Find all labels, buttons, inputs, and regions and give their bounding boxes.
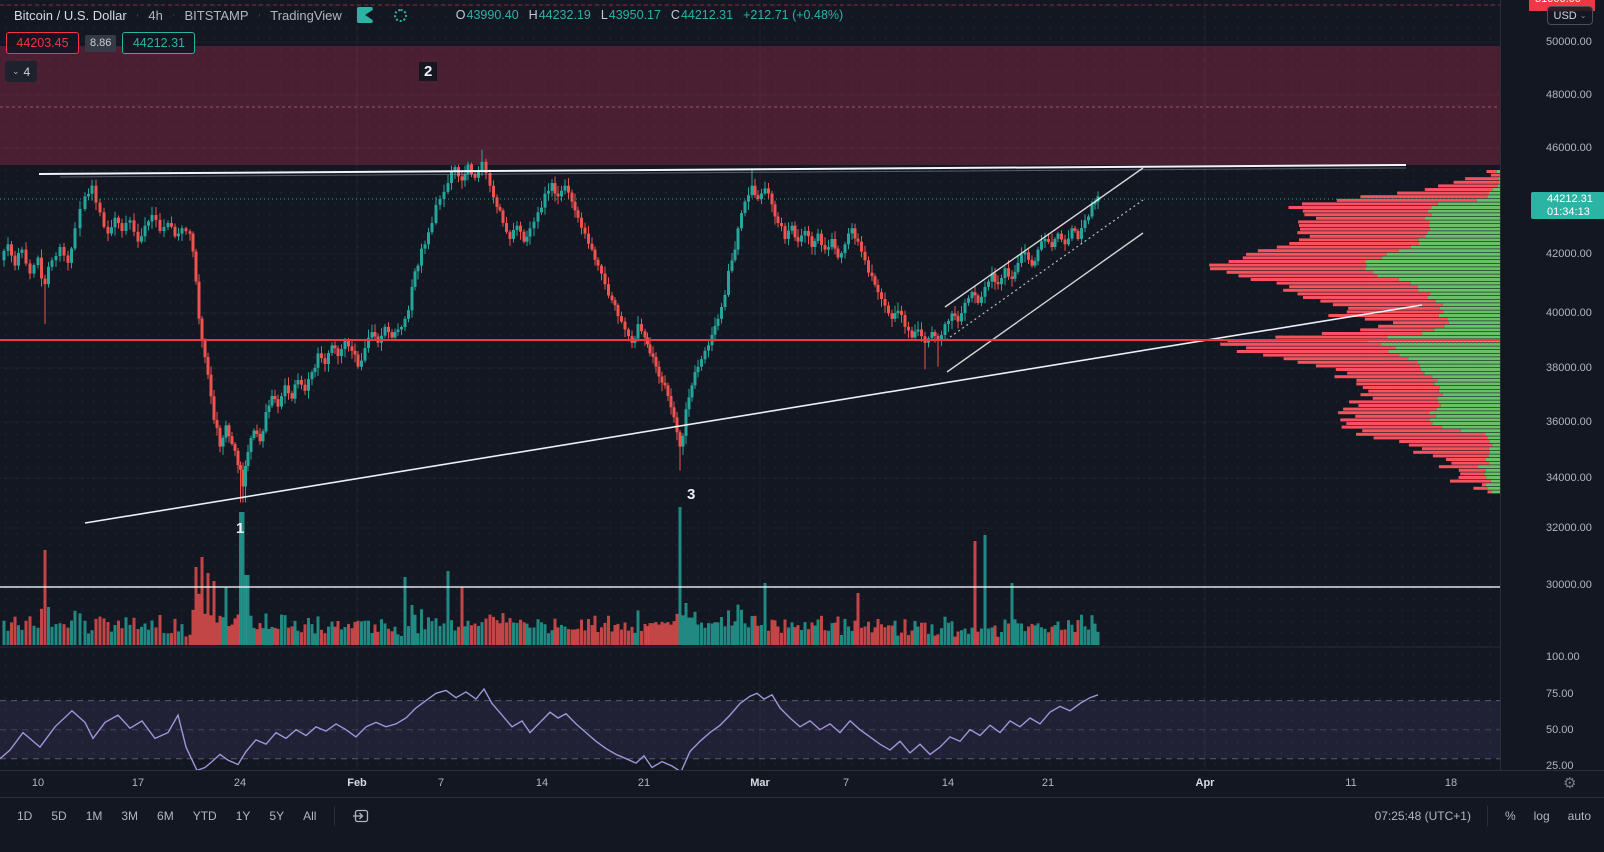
- separator-dot: ·: [136, 9, 140, 21]
- toolbar-separator: [334, 806, 335, 826]
- low-value: 43950.17: [609, 8, 661, 22]
- price-tick-label: 46000.00: [1546, 142, 1592, 154]
- chevron-down-icon: ⌄: [1580, 11, 1587, 20]
- indicator-count: 4: [24, 65, 31, 79]
- chart-legend-header: Bitcoin / U.S. Dollar · 4h · BITSTAMP · …: [14, 5, 843, 25]
- symbol-title[interactable]: Bitcoin / U.S. Dollar: [14, 8, 127, 23]
- percent-scale-button[interactable]: %: [1504, 807, 1517, 825]
- time-tick-label: 14: [942, 777, 954, 789]
- open-value: 43990.40: [467, 8, 519, 22]
- separator-dot: ·: [172, 9, 176, 21]
- range-button-3m[interactable]: 3M: [120, 807, 139, 825]
- sell-button[interactable]: 44203.45: [6, 32, 79, 54]
- gear-icon[interactable]: ⚙: [1563, 774, 1576, 792]
- time-tick-label: 21: [638, 777, 650, 789]
- range-button-1d[interactable]: 1D: [16, 807, 33, 825]
- time-tick-label: Mar: [750, 777, 770, 789]
- price-axis[interactable]: 51000.00 USD ⌄ 44212.31 01:34:13 50000.0…: [1500, 0, 1604, 770]
- wave-count-label-3[interactable]: 3: [682, 485, 700, 504]
- ohlc-readout: O43990.40 H44232.19 L43950.17 C44212.31 …: [456, 8, 843, 22]
- range-button-5d[interactable]: 5D: [50, 807, 67, 825]
- close-value: 44212.31: [681, 8, 733, 22]
- buy-button[interactable]: 44212.31: [122, 32, 195, 54]
- interval-label[interactable]: 4h: [148, 8, 162, 23]
- exchange-label: BITSTAMP: [185, 8, 249, 23]
- range-button-all[interactable]: All: [302, 807, 317, 825]
- bottom-toolbar: 1D 5D 1M 3M 6M YTD 1Y 5Y All 07:25:48 (UTC+1) % …: [0, 797, 1604, 852]
- price-tick-label: 50.00: [1546, 724, 1574, 736]
- auto-scale-button[interactable]: auto: [1567, 807, 1592, 825]
- countdown-timer: 01:34:13: [1547, 206, 1604, 219]
- price-tick-label: 34000.00: [1546, 472, 1592, 484]
- clock-label[interactable]: 07:25:48 (UTC+1): [1375, 809, 1471, 823]
- price-tick-label: 50000.00: [1546, 36, 1592, 48]
- time-tick-label: 18: [1445, 777, 1457, 789]
- range-button-1y[interactable]: 1Y: [235, 807, 252, 825]
- go-to-date-icon[interactable]: [352, 806, 372, 826]
- price-tick-label: 75.00: [1546, 688, 1574, 700]
- wave-count-label-1[interactable]: 1: [236, 520, 244, 537]
- spread-value: 8.86: [85, 35, 116, 52]
- price-tick-label: 38000.00: [1546, 362, 1592, 374]
- currency-toggle-button[interactable]: USD ⌄: [1547, 6, 1593, 25]
- high-value: 44232.19: [539, 8, 591, 22]
- time-axis[interactable]: ⚙ 10 17 24 Feb 7 14 21 Mar 7 14 21 Apr 11 18: [0, 770, 1604, 797]
- time-tick-label: 7: [438, 777, 444, 789]
- range-button-6m[interactable]: 6M: [156, 807, 175, 825]
- toolbar-separator: [1487, 806, 1488, 826]
- price-tick-label: 30000.00: [1546, 579, 1592, 591]
- time-tick-label: 24: [234, 777, 246, 789]
- separator-dot: ·: [258, 9, 262, 21]
- status-dotted-circle-icon[interactable]: [394, 9, 407, 22]
- time-tick-label: Feb: [347, 777, 367, 789]
- time-tick-label: 21: [1042, 777, 1054, 789]
- range-button-1m[interactable]: 1M: [85, 807, 104, 825]
- time-tick-label: 7: [843, 777, 849, 789]
- last-price-value: 44212.31: [1547, 193, 1604, 206]
- change-value: +212.71 (+0.48%): [743, 8, 843, 22]
- chart-canvas[interactable]: [0, 0, 1500, 770]
- range-button-ytd[interactable]: YTD: [192, 807, 218, 825]
- log-scale-button[interactable]: log: [1533, 807, 1551, 825]
- exchange-logo-icon[interactable]: [357, 7, 373, 23]
- toolbar-right-group: 07:25:48 (UTC+1) % log auto: [1375, 806, 1592, 826]
- price-tick-label: 40000.00: [1546, 307, 1592, 319]
- wave-count-label-2[interactable]: 2: [419, 62, 437, 81]
- price-tick-label: 42000.00: [1546, 248, 1592, 260]
- tradingview-app: Bitcoin / U.S. Dollar · 4h · BITSTAMP · …: [0, 0, 1604, 852]
- trade-buttons-row: 44203.45 8.86 44212.31: [6, 32, 195, 54]
- time-tick-label: 10: [32, 777, 44, 789]
- chart-drawing: [0, 0, 1500, 770]
- chevron-down-icon: ⌄: [12, 66, 20, 77]
- price-tick-label: 32000.00: [1546, 522, 1592, 534]
- last-price-label: 44212.31 01:34:13: [1531, 192, 1604, 219]
- indicators-collapse-toggle[interactable]: ⌄ 4: [5, 61, 37, 82]
- date-range-switcher: 1D 5D 1M 3M 6M YTD 1Y 5Y All: [16, 806, 372, 826]
- range-button-5y[interactable]: 5Y: [268, 807, 285, 825]
- time-tick-label: Apr: [1196, 777, 1215, 789]
- time-tick-label: 11: [1345, 777, 1356, 789]
- price-tick-label: 100.00: [1546, 651, 1580, 663]
- platform-label: TradingView: [270, 8, 342, 23]
- time-tick-label: 17: [132, 777, 144, 789]
- price-tick-label: 36000.00: [1546, 416, 1592, 428]
- price-tick-label: 48000.00: [1546, 89, 1592, 101]
- time-tick-label: 14: [536, 777, 548, 789]
